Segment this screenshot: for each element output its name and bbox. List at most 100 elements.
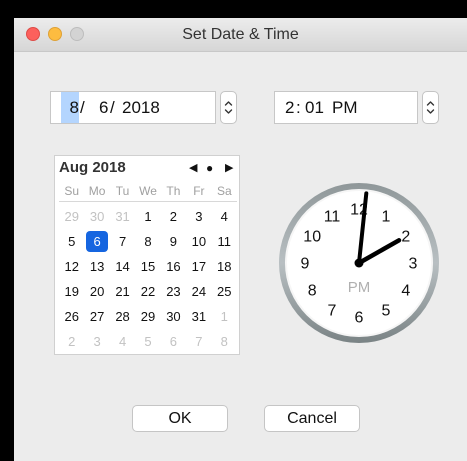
calendar-day[interactable]: 9 <box>161 229 186 254</box>
calendar-day[interactable]: 2 <box>59 329 84 354</box>
calendar-week-row: 12 13 14 15 16 17 18 <box>59 254 237 279</box>
calendar-day-label: 31 <box>115 209 130 224</box>
calendar-day[interactable]: 19 <box>59 279 84 304</box>
previous-month-icon[interactable]: ◀ <box>189 159 197 177</box>
calendar-day-label: 30 <box>166 309 181 324</box>
date-separator: / <box>110 98 115 117</box>
calendar-day[interactable]: 21 <box>110 279 135 304</box>
calendar-day[interactable]: 20 <box>84 279 109 304</box>
calendar-day-label: 4 <box>220 209 228 224</box>
date-year-segment[interactable]: 2018 <box>122 92 160 123</box>
time-ampm-segment[interactable]: PM <box>332 92 358 123</box>
stepper-arrows-icon <box>426 101 435 114</box>
calendar-day[interactable]: 28 <box>110 304 135 329</box>
time-minute-segment[interactable]: 01 <box>305 92 324 123</box>
calendar-day[interactable]: 7 <box>186 329 211 354</box>
today-icon[interactable]: ● <box>206 159 213 177</box>
calendar-day-label: 14 <box>115 259 130 274</box>
calendar-day[interactable]: 2 <box>161 204 186 229</box>
calendar-day-label: 1 <box>144 209 152 224</box>
calendar-day[interactable]: 27 <box>84 304 109 329</box>
calendar-day-label: 8 <box>144 234 152 249</box>
calendar-day[interactable]: 24 <box>186 279 211 304</box>
clock-number: 6 <box>355 310 364 327</box>
calendar-day[interactable]: 17 <box>186 254 211 279</box>
title-bar: Set Date & Time <box>14 18 467 52</box>
date-stepper[interactable] <box>220 91 237 124</box>
calendar-day[interactable]: 3 <box>84 329 109 354</box>
clock-number: 8 <box>308 283 317 300</box>
calendar-day[interactable]: 6 <box>84 229 109 254</box>
calendar-day-label: 21 <box>115 284 130 299</box>
calendar-week-row: 5 6 7 8 9 10 11 <box>59 229 237 254</box>
calendar-day[interactable]: 4 <box>110 329 135 354</box>
time-field[interactable]: 2 : 01 PM <box>274 91 418 124</box>
calendar-week-row: 19 20 21 22 23 24 25 <box>59 279 237 304</box>
calendar-day-label: 4 <box>118 334 127 349</box>
analog-clock[interactable]: 12 1 2 3 4 5 6 7 8 9 10 11 PM <box>276 180 442 346</box>
clock-number: 5 <box>382 302 391 319</box>
calendar-day[interactable]: 12 <box>59 254 84 279</box>
next-month-icon[interactable]: ▶ <box>225 159 233 177</box>
date-field[interactable]: 8 / 6 / 2018 <box>50 91 216 124</box>
date-month-segment[interactable]: 8 <box>61 92 79 123</box>
calendar-day-label: 5 <box>68 234 76 249</box>
calendar-day[interactable]: 8 <box>135 229 160 254</box>
set-date-time-window: Set Date & Time 8 / 6 / 2018 2 : 01 PM A… <box>14 18 467 461</box>
calendar-day-label: 22 <box>140 284 156 299</box>
calendar-day[interactable]: 23 <box>161 279 186 304</box>
ok-button[interactable]: OK <box>132 405 228 432</box>
calendar-day[interactable]: 13 <box>84 254 109 279</box>
weekday-label: Sa <box>216 184 232 198</box>
calendar-day-label: 29 <box>140 309 156 324</box>
calendar-day-label: 18 <box>217 259 232 274</box>
calendar-day[interactable]: 3 <box>186 204 211 229</box>
date-day-segment[interactable]: 6 <box>99 92 108 123</box>
calendar-day-label: 24 <box>191 284 207 299</box>
calendar-day-label: 25 <box>217 284 232 299</box>
calendar-day-label: 27 <box>89 309 105 324</box>
calendar-day[interactable]: 31 <box>110 204 135 229</box>
calendar-day-label: 20 <box>89 284 105 299</box>
calendar-day[interactable]: 25 <box>212 279 237 304</box>
cancel-button[interactable]: Cancel <box>264 405 360 432</box>
calendar-day[interactable]: 11 <box>212 229 237 254</box>
calendar-day[interactable]: 31 <box>186 304 211 329</box>
calendar-day-label: 19 <box>64 284 79 299</box>
weekday-label: Su <box>64 184 80 198</box>
calendar-day[interactable]: 1 <box>212 304 237 329</box>
clock-number: 4 <box>401 283 410 300</box>
calendar-day[interactable]: 5 <box>59 229 84 254</box>
calendar-day[interactable]: 8 <box>212 329 237 354</box>
weekday-label: Mo <box>88 184 106 198</box>
calendar-day[interactable]: 14 <box>110 254 135 279</box>
calendar-day-label: 2 <box>68 334 76 349</box>
calendar-week-row: 26 27 28 29 30 31 1 <box>59 304 237 329</box>
calendar-day-label: 17 <box>191 259 207 274</box>
calendar-day[interactable]: 30 <box>161 304 186 329</box>
time-separator: : <box>296 98 301 117</box>
calendar-divider <box>59 201 237 202</box>
calendar-day[interactable]: 16 <box>161 254 186 279</box>
calendar-day[interactable]: 29 <box>59 204 84 229</box>
calendar: Aug 2018 ◀ ● ▶ Su Mo Tu We Th Fr Sa 29 30… <box>54 155 240 355</box>
calendar-day[interactable]: 29 <box>135 304 160 329</box>
calendar-day[interactable]: 1 <box>135 204 160 229</box>
clock-number: 7 <box>328 302 337 319</box>
calendar-day[interactable]: 4 <box>212 204 237 229</box>
calendar-day-label: 29 <box>64 209 79 224</box>
date-separator: / <box>80 98 85 117</box>
time-stepper[interactable] <box>422 91 439 124</box>
calendar-day[interactable]: 5 <box>135 329 160 354</box>
calendar-day[interactable]: 26 <box>59 304 84 329</box>
calendar-day[interactable]: 10 <box>186 229 211 254</box>
calendar-day[interactable]: 30 <box>84 204 109 229</box>
clock-number: 11 <box>324 209 341 226</box>
time-hour-segment[interactable]: 2 <box>285 92 294 123</box>
weekday-label: We <box>139 184 157 198</box>
calendar-day[interactable]: 6 <box>161 329 186 354</box>
calendar-day[interactable]: 15 <box>135 254 160 279</box>
calendar-day[interactable]: 7 <box>110 229 135 254</box>
calendar-day[interactable]: 22 <box>135 279 160 304</box>
calendar-day[interactable]: 18 <box>212 254 237 279</box>
